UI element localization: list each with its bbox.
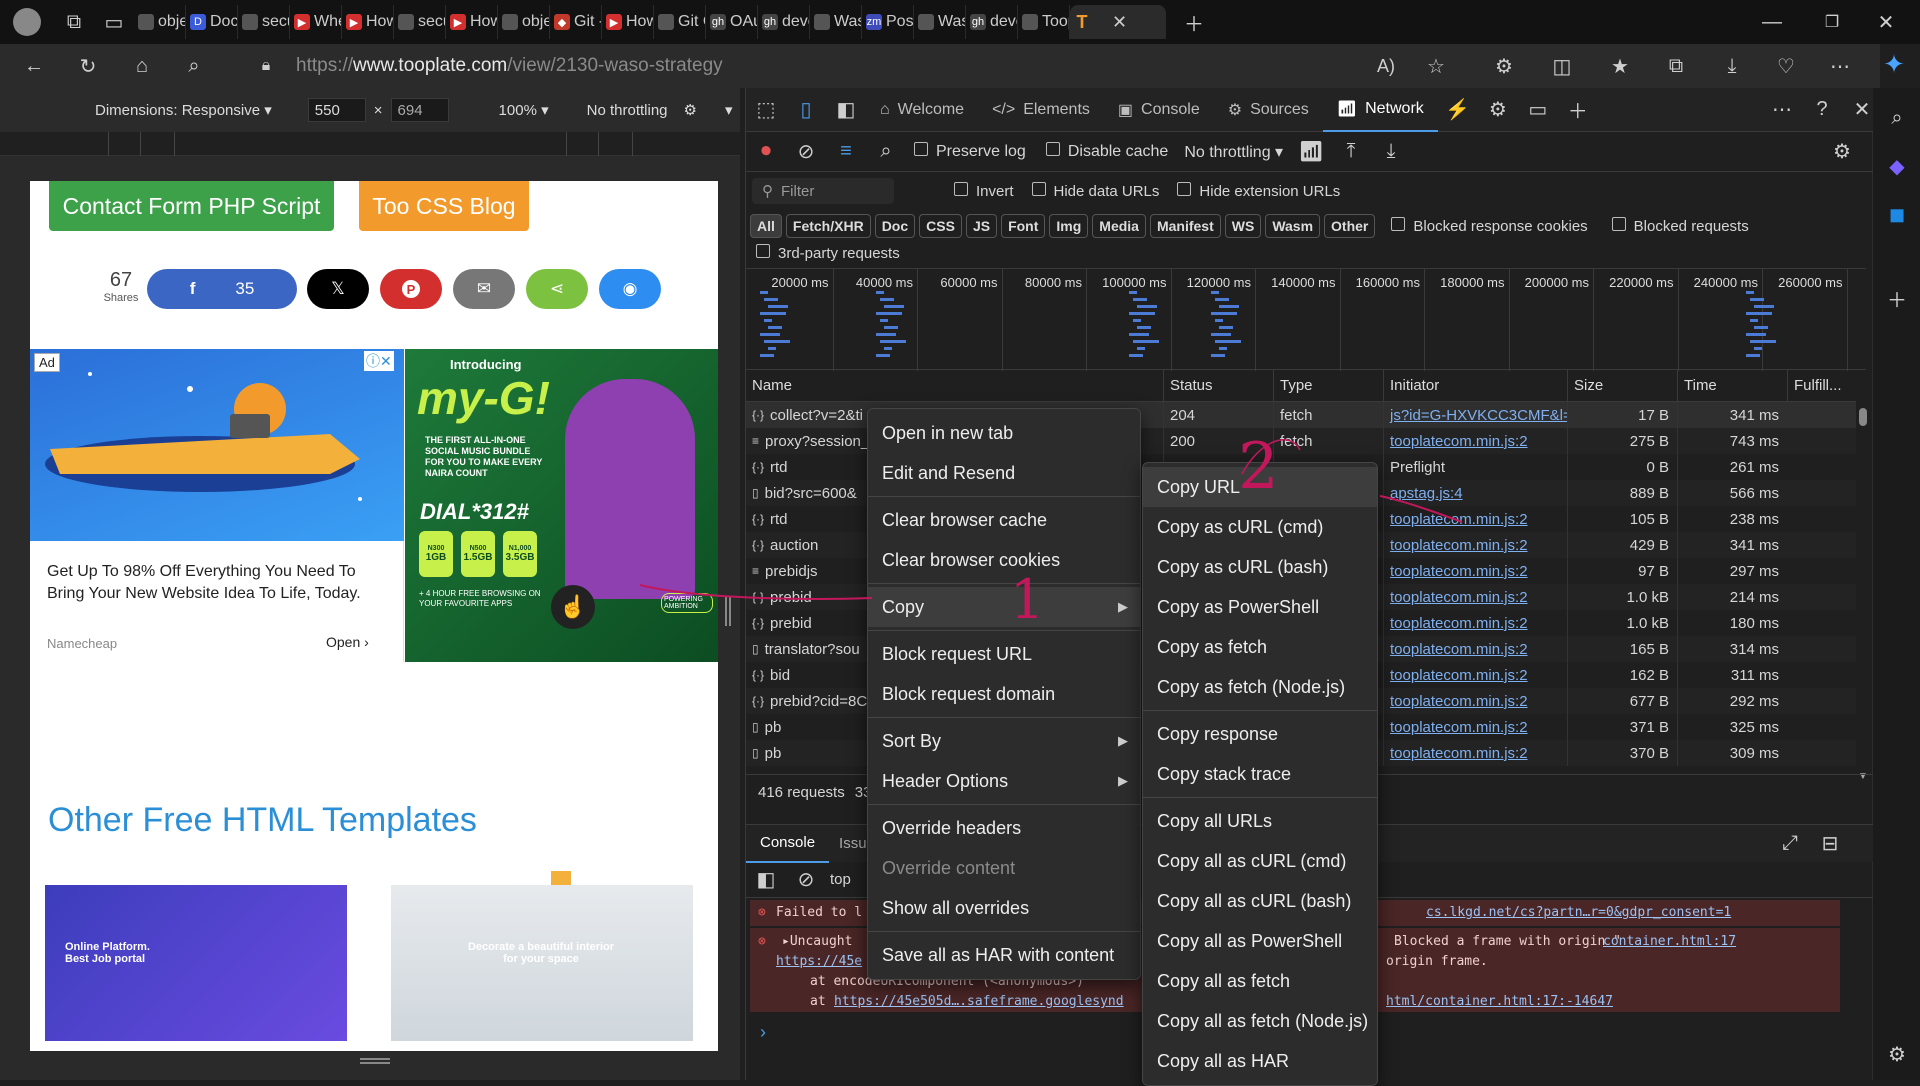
annotation-one: 1: [1010, 568, 1045, 631]
annotation-two: 2: [1238, 430, 1279, 504]
annotation-strokes: [639, 439, 1463, 600]
